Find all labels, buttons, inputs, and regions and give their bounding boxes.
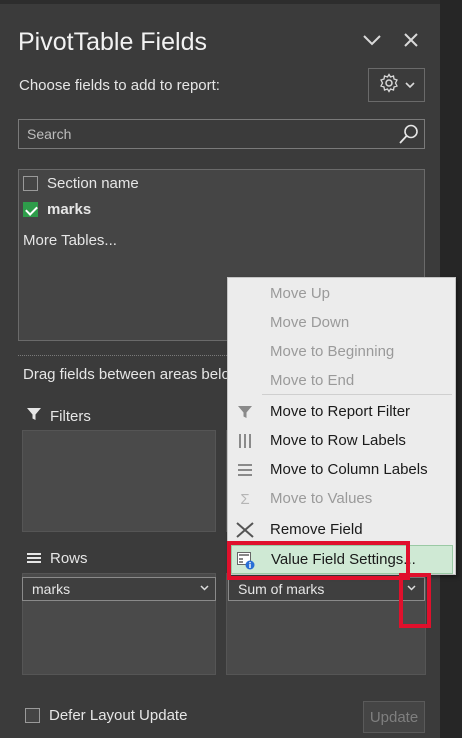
chevron-down-icon [404, 76, 415, 94]
menu-item-label: Move Up [270, 285, 331, 302]
menu-separator [262, 394, 452, 395]
rows-icon [27, 550, 41, 567]
defer-checkbox[interactable] [25, 708, 40, 723]
chevron-down-icon[interactable] [360, 30, 384, 50]
menu-item-label: Move to Column Labels [270, 461, 428, 478]
gear-icon [379, 72, 399, 98]
rows-area-header: Rows [27, 550, 88, 567]
menu-item-move-to-column-labels[interactable]: Move to Column Labels [228, 455, 455, 484]
more-tables-link[interactable]: More Tables... [23, 232, 117, 249]
menu-item-move-to-report-filter[interactable]: Move to Report Filter [228, 397, 455, 426]
search-input[interactable]: Search [18, 119, 425, 149]
search-placeholder: Search [27, 126, 72, 142]
menu-item-label: Move to Row Labels [270, 432, 406, 449]
filters-label: Filters [50, 407, 91, 425]
chevron-down-icon[interactable] [407, 582, 416, 594]
menu-item-label: Remove Field [270, 521, 363, 538]
column-labels-icon [236, 461, 254, 479]
pane-top-edge [0, 0, 440, 4]
field-checkbox-checked[interactable] [23, 201, 38, 217]
search-icon[interactable] [398, 123, 420, 145]
rows-label: Rows [50, 550, 88, 567]
field-checkbox[interactable] [23, 175, 38, 191]
sigma-icon: Σ [240, 490, 250, 508]
values-field-sum-of-marks[interactable]: Sum of marks [228, 577, 425, 601]
choose-fields-label: Choose fields to add to report: [19, 77, 220, 94]
menu-item-label: Move to Values [270, 490, 373, 507]
rows-field-marks[interactable]: marks [22, 577, 216, 601]
menu-item-move-to-beginning[interactable]: Move to Beginning [228, 337, 455, 366]
tools-button[interactable] [368, 68, 425, 102]
filters-drop-area[interactable] [22, 430, 216, 532]
menu-item-label: Move to End [270, 372, 355, 389]
field-label: marks [47, 200, 92, 218]
field-label: Section name [47, 174, 139, 192]
pill-label: Sum of marks [238, 581, 325, 597]
field-context-menu: Move Up Move Down Move to Beginning Move… [227, 277, 456, 575]
menu-item-label: Move Down [270, 314, 350, 331]
pill-label: marks [32, 581, 71, 597]
menu-item-value-field-settings[interactable]: Value Field Settings... [231, 545, 453, 574]
row-labels-icon [236, 432, 254, 450]
pane-title: PivotTable Fields [18, 28, 207, 56]
menu-item-label: Value Field Settings... [271, 551, 416, 568]
menu-item-move-down[interactable]: Move Down [228, 308, 455, 337]
value-field-settings-icon [237, 552, 255, 570]
update-button[interactable]: Update [363, 701, 425, 733]
menu-item-remove-field[interactable]: Remove Field [228, 515, 455, 544]
menu-item-move-to-values[interactable]: Σ Move to Values [228, 484, 455, 513]
chevron-down-icon[interactable] [200, 582, 209, 594]
menu-item-label: Move to Report Filter [270, 403, 411, 420]
field-item-section-name[interactable]: Section name [23, 172, 139, 194]
close-icon[interactable] [399, 30, 423, 50]
filter-icon [27, 407, 41, 425]
menu-item-move-to-row-labels[interactable]: Move to Row Labels [228, 426, 455, 455]
filters-area-header: Filters [27, 407, 91, 425]
field-item-marks[interactable]: marks [23, 198, 91, 220]
defer-layout-update[interactable]: Defer Layout Update [25, 707, 187, 724]
filter-icon [236, 403, 254, 421]
menu-item-move-up[interactable]: Move Up [228, 279, 455, 308]
remove-x-icon [236, 521, 254, 539]
defer-label: Defer Layout Update [49, 707, 188, 724]
menu-item-move-to-end[interactable]: Move to End [228, 366, 455, 395]
menu-item-label: Move to Beginning [270, 343, 395, 360]
drag-fields-label: Drag fields between areas below: [23, 366, 228, 383]
